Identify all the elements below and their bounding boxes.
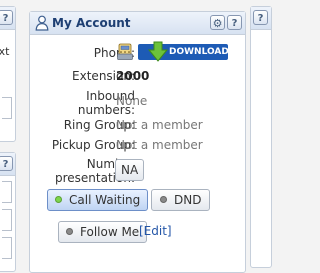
download-arrow-icon	[148, 41, 168, 62]
dnd-label: DND	[174, 193, 202, 207]
help-button[interactable]: ?	[227, 15, 242, 30]
my-account-panel: My Account ⚙ ? Phone: DOWNLOAD Extension…	[29, 11, 246, 273]
phone-icon[interactable]	[116, 42, 134, 61]
dnd-button[interactable]: DND	[151, 189, 211, 211]
left-input-stub-4[interactable]	[2, 237, 12, 259]
left-panel-text: ext	[0, 45, 10, 58]
call-waiting-status-dot	[55, 196, 62, 203]
download-label: DOWNLOAD	[169, 47, 229, 57]
call-waiting-label: Call Waiting	[69, 193, 141, 207]
left-help-button-2[interactable]: ?	[0, 156, 13, 171]
ring-group-value: Not a member	[116, 118, 203, 132]
left-panel-fragment-2: ?	[0, 152, 16, 272]
left-input-stub-2[interactable]	[2, 181, 12, 203]
my-account-header: My Account ⚙ ?	[30, 12, 245, 35]
left-input-stub[interactable]	[2, 97, 12, 119]
dnd-status-dot	[160, 196, 167, 203]
left-input-stub-3[interactable]	[2, 209, 12, 231]
inbound-numbers-value: None	[116, 94, 148, 108]
left-help-button[interactable]: ?	[0, 10, 13, 25]
number-presentation-button[interactable]: NA	[115, 159, 145, 181]
right-panel-fragment: ?	[250, 6, 272, 268]
edit-link[interactable]: [Edit]	[139, 224, 172, 238]
extension-value: 2000	[116, 69, 150, 83]
panel-title: My Account	[52, 16, 131, 30]
left-panel-fragment: ? ext	[0, 6, 16, 142]
pickup-group-value: Not a member	[116, 138, 203, 152]
call-waiting-button[interactable]: Call Waiting	[47, 189, 149, 211]
follow-me-status-dot	[66, 228, 73, 235]
user-icon	[35, 15, 49, 31]
gear-icon[interactable]: ⚙	[210, 15, 225, 30]
follow-me-button[interactable]: Follow Me	[58, 221, 148, 243]
follow-me-label: Follow Me	[80, 225, 140, 239]
right-help-button[interactable]: ?	[253, 10, 268, 25]
download-button[interactable]: DOWNLOAD	[138, 41, 229, 62]
